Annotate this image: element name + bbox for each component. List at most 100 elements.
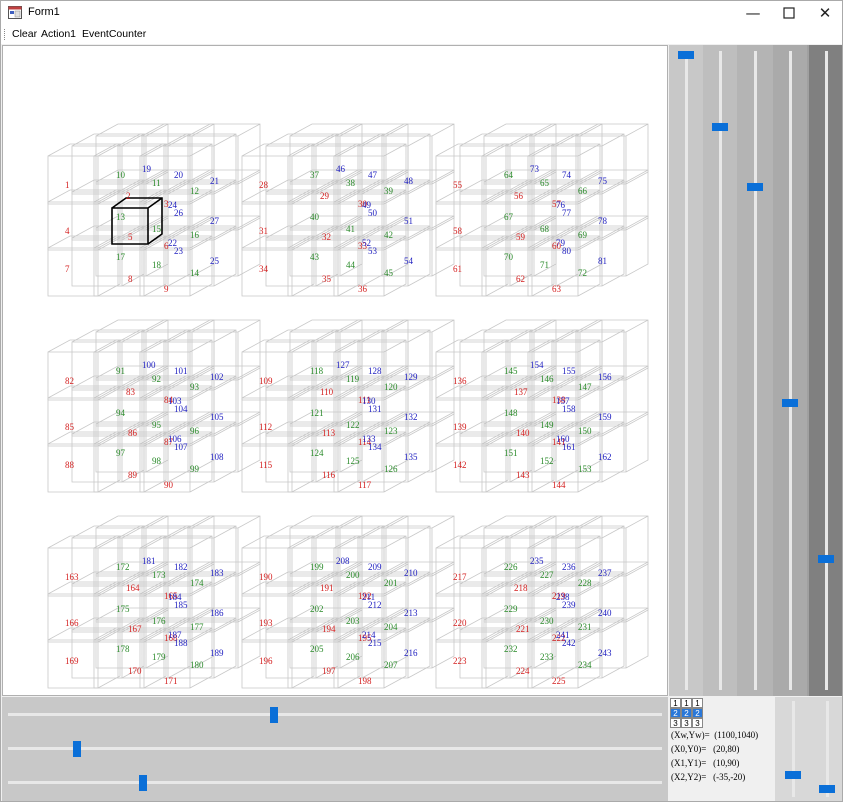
cube-label-green: 150: [578, 426, 592, 436]
vertical-slider[interactable]: [737, 45, 773, 696]
maximize-button[interactable]: [771, 1, 807, 25]
cube-label-red: 1: [65, 180, 70, 190]
vertical-slider[interactable]: [669, 45, 703, 696]
cube-label-blue: 23: [174, 246, 184, 256]
vertical-slider[interactable]: [703, 45, 737, 696]
cube-label-blue: 213: [404, 608, 418, 618]
mini-grid-cell[interactable]: 2: [692, 708, 703, 718]
mini-grid-cell[interactable]: 3: [692, 718, 703, 728]
slider-thumb[interactable]: [785, 771, 801, 779]
cube-label-red: 85: [65, 422, 75, 432]
cube-label-red: 58: [453, 226, 463, 236]
slider-thumb[interactable]: [819, 785, 835, 793]
xw-yw-readout: (Xw,Yw)= (1100,1040): [671, 730, 759, 740]
vertical-slider[interactable]: [809, 45, 842, 696]
cube-label-green: 119: [346, 374, 360, 384]
vertical-slider[interactable]: [773, 45, 807, 696]
vertical-slider[interactable]: [781, 697, 807, 801]
minimize-button[interactable]: —: [735, 1, 771, 25]
mini-grid[interactable]: 111222333: [670, 698, 703, 728]
cube-label-blue: 154: [530, 360, 544, 370]
cube-label-green: 93: [190, 382, 200, 392]
menu-grip[interactable]: [4, 29, 6, 40]
mini-grid-cell[interactable]: 2: [670, 708, 681, 718]
cube-label-blue: 53: [368, 246, 378, 256]
wire-cube: [163, 329, 237, 391]
cube-label-red: 167: [128, 624, 142, 634]
cube-label-green: 173: [152, 570, 166, 580]
horizontal-slider[interactable]: [2, 699, 668, 729]
cube-group: 1901931961971981911921941951992002012022…: [241, 515, 455, 689]
cube-label-blue: 127: [336, 360, 350, 370]
drawing-canvas[interactable]: 1 4 7 8 9 2 3 5 6 10 11 12 13 15 16 17 18 14 19 20 21 24 26 27 2…: [2, 45, 668, 696]
slider-thumb[interactable]: [782, 399, 798, 407]
wire-cube: [381, 365, 455, 427]
slider-thumb[interactable]: [270, 707, 278, 723]
cube-label-red: 29: [320, 191, 330, 201]
wire-cube: [187, 411, 261, 473]
wire-cube: [381, 607, 455, 669]
cube-label-red: 139: [453, 422, 467, 432]
cube-label-red: 56: [514, 191, 524, 201]
cube-label-green: 40: [310, 212, 320, 222]
cube-label-green: 65: [540, 178, 550, 188]
wire-cube: [71, 329, 145, 391]
wire-cube: [483, 123, 557, 185]
cube-label-blue: 159: [598, 412, 612, 422]
slider-thumb[interactable]: [139, 775, 147, 791]
app-icon: [8, 6, 22, 19]
cube-label-green: 125: [346, 456, 360, 466]
cube-label-green: 71: [540, 260, 549, 270]
wire-cube: [575, 215, 649, 277]
slider-thumb[interactable]: [818, 555, 834, 563]
cube-label-green: 172: [116, 562, 130, 572]
cube-label-red: 191: [320, 583, 334, 593]
cube-label-blue: 25: [210, 256, 220, 266]
wire-cube: [381, 215, 455, 277]
cube-label-red: 196: [259, 656, 273, 666]
cube-label-red: 31: [259, 226, 268, 236]
mini-grid-cell[interactable]: 3: [681, 718, 692, 728]
cube-label-blue: 75: [598, 176, 608, 186]
cube-label-green: 15: [152, 224, 162, 234]
cube-label-green: 69: [578, 230, 588, 240]
wire-cube: [95, 319, 169, 381]
slider-thumb[interactable]: [712, 123, 728, 131]
wire-cube: [71, 525, 145, 587]
wire-cube: [265, 179, 339, 241]
horizontal-slider[interactable]: [2, 767, 668, 797]
slider-track: [8, 781, 662, 784]
cube-group: 1091121151161171101111131141181191201211…: [241, 319, 455, 493]
slider-thumb[interactable]: [678, 51, 694, 59]
cube-label-red: 61: [453, 264, 462, 274]
horizontal-slider[interactable]: [2, 733, 668, 763]
cube-label-blue: 20: [174, 170, 184, 180]
mini-grid-cell[interactable]: 3: [670, 718, 681, 728]
wire-cube: [459, 525, 533, 587]
cube-label-green: 41: [346, 224, 355, 234]
menu-action1[interactable]: Action1: [41, 28, 76, 40]
cube-label-blue: 101: [174, 366, 188, 376]
cube-label-green: 202: [310, 604, 324, 614]
mini-grid-cell[interactable]: 1: [692, 698, 703, 708]
wire-cube: [435, 431, 509, 493]
mini-grid-cell[interactable]: 1: [670, 698, 681, 708]
cube-label-red: 218: [514, 583, 528, 593]
mini-grid-cell[interactable]: 1: [681, 698, 692, 708]
mini-grid-cell[interactable]: 2: [681, 708, 692, 718]
title-bar[interactable]: Form1 — ✕: [1, 1, 842, 25]
wire-cube: [459, 179, 533, 241]
cube-label-green: 179: [152, 652, 166, 662]
close-button[interactable]: ✕: [807, 1, 843, 25]
vertical-slider[interactable]: [815, 697, 841, 801]
cube-label-green: 42: [384, 230, 393, 240]
cube-label-red: 144: [552, 480, 566, 490]
cube-label-red: 224: [516, 666, 530, 676]
cube-label-green: 91: [116, 366, 125, 376]
slider-thumb[interactable]: [73, 741, 81, 757]
cube-label-blue: 208: [336, 556, 350, 566]
menu-eventcounter[interactable]: EventCounter: [82, 28, 146, 40]
cube-label-red: 89: [128, 470, 138, 480]
slider-thumb[interactable]: [747, 183, 763, 191]
menu-clear[interactable]: Clear: [12, 28, 37, 40]
